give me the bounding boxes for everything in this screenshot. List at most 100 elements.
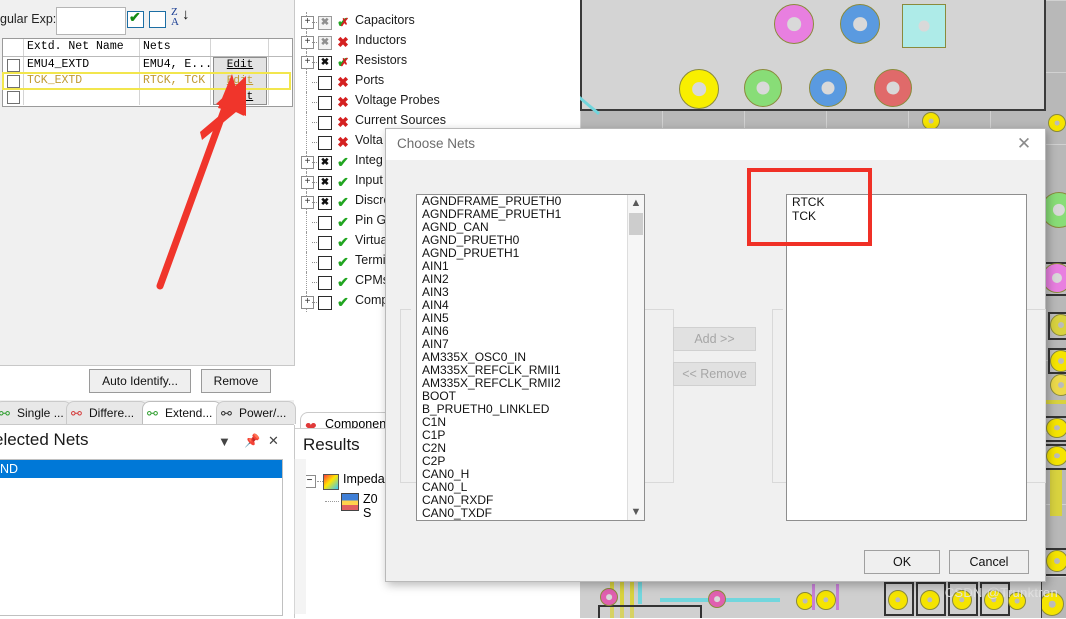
- tree-connector: [306, 232, 308, 252]
- nets-available-list[interactable]: AGNDFRAME_PRUETH0 AGNDFRAME_PRUETH1 AGND_C…: [416, 194, 645, 521]
- tab-single-ended[interactable]: ⚯ Single ...: [0, 401, 72, 424]
- tree-item-label: Voltage Probes: [355, 93, 440, 107]
- pcb-component-outline: [598, 605, 702, 618]
- remove-button[interactable]: Remove: [201, 369, 271, 393]
- tree-item-label: Comp: [355, 293, 389, 307]
- row-checkbox[interactable]: [7, 91, 20, 104]
- pcb-pad: [708, 590, 726, 608]
- auto-identify-button[interactable]: Auto Identify...: [89, 369, 191, 393]
- tab-label: Power/...: [239, 406, 287, 420]
- pcb-pad: [1050, 350, 1066, 372]
- tree-item-checkbox[interactable]: [318, 236, 332, 250]
- pcb-pad: [874, 69, 912, 107]
- scrollbar-thumb[interactable]: [629, 213, 643, 235]
- differential-pair-icon: ⚯: [71, 406, 82, 421]
- list-item[interactable]: CAN0_TXDF: [417, 507, 623, 520]
- secondary-filter-checkbox[interactable]: [149, 11, 166, 28]
- vertical-scrollbar[interactable]: ▲ ▼: [627, 195, 644, 520]
- list-item[interactable]: C1N: [417, 416, 623, 429]
- status-red-icon: ✖: [337, 114, 349, 130]
- pin-icon[interactable]: 📌: [244, 433, 260, 449]
- status-mixed-icon: ✔: [335, 14, 351, 31]
- tree-item-checkbox[interactable]: ✖: [318, 196, 332, 210]
- regex-label: gular Exp:: [0, 12, 57, 26]
- extended-net-icon: ⚯: [147, 406, 158, 421]
- tab-power-ground[interactable]: ⚯ Power/...: [216, 401, 296, 424]
- status-green-icon: ✔: [337, 254, 349, 270]
- column-header-name: Extd. Net Name: [27, 40, 124, 53]
- green-check-icon: ✔: [129, 9, 141, 25]
- sort-az-icon[interactable]: Z A ↓: [170, 6, 192, 32]
- close-icon[interactable]: ✕: [1012, 133, 1036, 155]
- status-red-icon: ✖: [337, 134, 349, 150]
- tree-item-label: Pin G: [355, 213, 387, 227]
- cancel-button[interactable]: Cancel: [949, 550, 1029, 574]
- tree-item-label: Integ: [355, 153, 383, 167]
- pcb-pad: [1050, 314, 1066, 336]
- results-title: Results: [303, 435, 360, 454]
- tree-item-checkbox[interactable]: ✖: [318, 36, 332, 50]
- extd-net-name: TCK_EXTD: [27, 74, 83, 87]
- tree-connector: [306, 212, 308, 232]
- tree-item-label: Current Sources: [355, 113, 447, 127]
- pcb-pad: [1046, 418, 1066, 438]
- tree-item-checkbox[interactable]: ✖: [318, 156, 332, 170]
- tree-item-label: Capacitors: [355, 13, 415, 27]
- tree-item-checkbox[interactable]: ✖: [318, 16, 332, 30]
- net-type-tabs[interactable]: ⚯ Single ... ⚯ Differe... ⚯ Extend... ⚯ Power/.…: [0, 400, 296, 425]
- tree-item-label: Input: [355, 173, 383, 187]
- pcb-pad: [600, 588, 618, 606]
- pcb-pad: [920, 590, 940, 610]
- vertical-scrollbar[interactable]: [294, 459, 306, 614]
- watermark-text: CSDN @Trunktren: [944, 585, 1058, 600]
- pcb-trace: [638, 582, 642, 604]
- tree-item-checkbox[interactable]: [318, 96, 332, 110]
- pcb-trace: [812, 584, 815, 610]
- tree-item-checkbox[interactable]: ✖: [318, 56, 332, 70]
- chevron-down-icon[interactable]: ▼: [218, 434, 231, 449]
- tree-item-checkbox[interactable]: [318, 296, 332, 310]
- close-icon[interactable]: ✕: [268, 433, 279, 449]
- tree-item-checkbox[interactable]: [318, 116, 332, 130]
- apply-filter-checkbox[interactable]: ✔: [127, 9, 144, 28]
- row-checkbox[interactable]: [7, 59, 20, 72]
- ok-button[interactable]: OK: [864, 550, 940, 574]
- tree-connector: [306, 112, 308, 132]
- list-item[interactable]: C1P: [417, 429, 623, 442]
- tab-differential-pair[interactable]: ⚯ Differe...: [66, 401, 148, 424]
- list-item[interactable]: C2N: [417, 442, 623, 455]
- selected-nets-list[interactable]: ND: [0, 459, 283, 616]
- status-mixed-icon: ✔: [335, 54, 351, 71]
- tree-item-checkbox[interactable]: [318, 136, 332, 150]
- list-item[interactable]: ND: [0, 460, 282, 478]
- row-checkbox[interactable]: [7, 75, 20, 88]
- tree-item-checkbox[interactable]: [318, 276, 332, 290]
- add-button[interactable]: Add >>: [673, 327, 756, 351]
- pcb-pad: [744, 69, 782, 107]
- pcb-pad: [809, 69, 847, 107]
- chevron-up-icon[interactable]: ▲: [628, 195, 644, 211]
- chevron-down-icon[interactable]: ▼: [628, 504, 644, 520]
- status-green-icon: ✔: [337, 294, 349, 310]
- tree-item-checkbox[interactable]: [318, 256, 332, 270]
- status-green-icon: ✔: [337, 234, 349, 250]
- tree-item-checkbox[interactable]: [318, 216, 332, 230]
- tree-connector: [306, 72, 308, 92]
- remove-nets-button[interactable]: << Remove: [673, 362, 756, 386]
- regex-input[interactable]: [56, 7, 126, 35]
- tree-item-label: CPMs: [355, 273, 390, 287]
- table-row[interactable]: EMU4_EXTD EMU4, E... Edit: [3, 57, 292, 73]
- status-red-icon: ✖: [337, 74, 349, 90]
- list-item[interactable]: B_PRUETH0_LINKLED: [417, 403, 623, 416]
- tree-connector: [306, 272, 308, 292]
- edit-button[interactable]: Edit: [213, 57, 267, 73]
- tree-item-label: Termi: [355, 253, 386, 267]
- tree-item-checkbox[interactable]: ✖: [318, 176, 332, 190]
- results-node-label: Z0 S: [363, 492, 378, 520]
- tab-extended-net[interactable]: ⚯ Extend...: [142, 401, 222, 424]
- results-node-label: Impeda: [343, 472, 385, 486]
- selected-nets-panel[interactable]: elected Nets ▼ 📌 ✕ ND: [0, 425, 306, 618]
- pcb-pad: [840, 4, 880, 44]
- panel-toolbar[interactable]: ▼ 📌 ✕: [218, 433, 288, 450]
- tree-item-checkbox[interactable]: [318, 76, 332, 90]
